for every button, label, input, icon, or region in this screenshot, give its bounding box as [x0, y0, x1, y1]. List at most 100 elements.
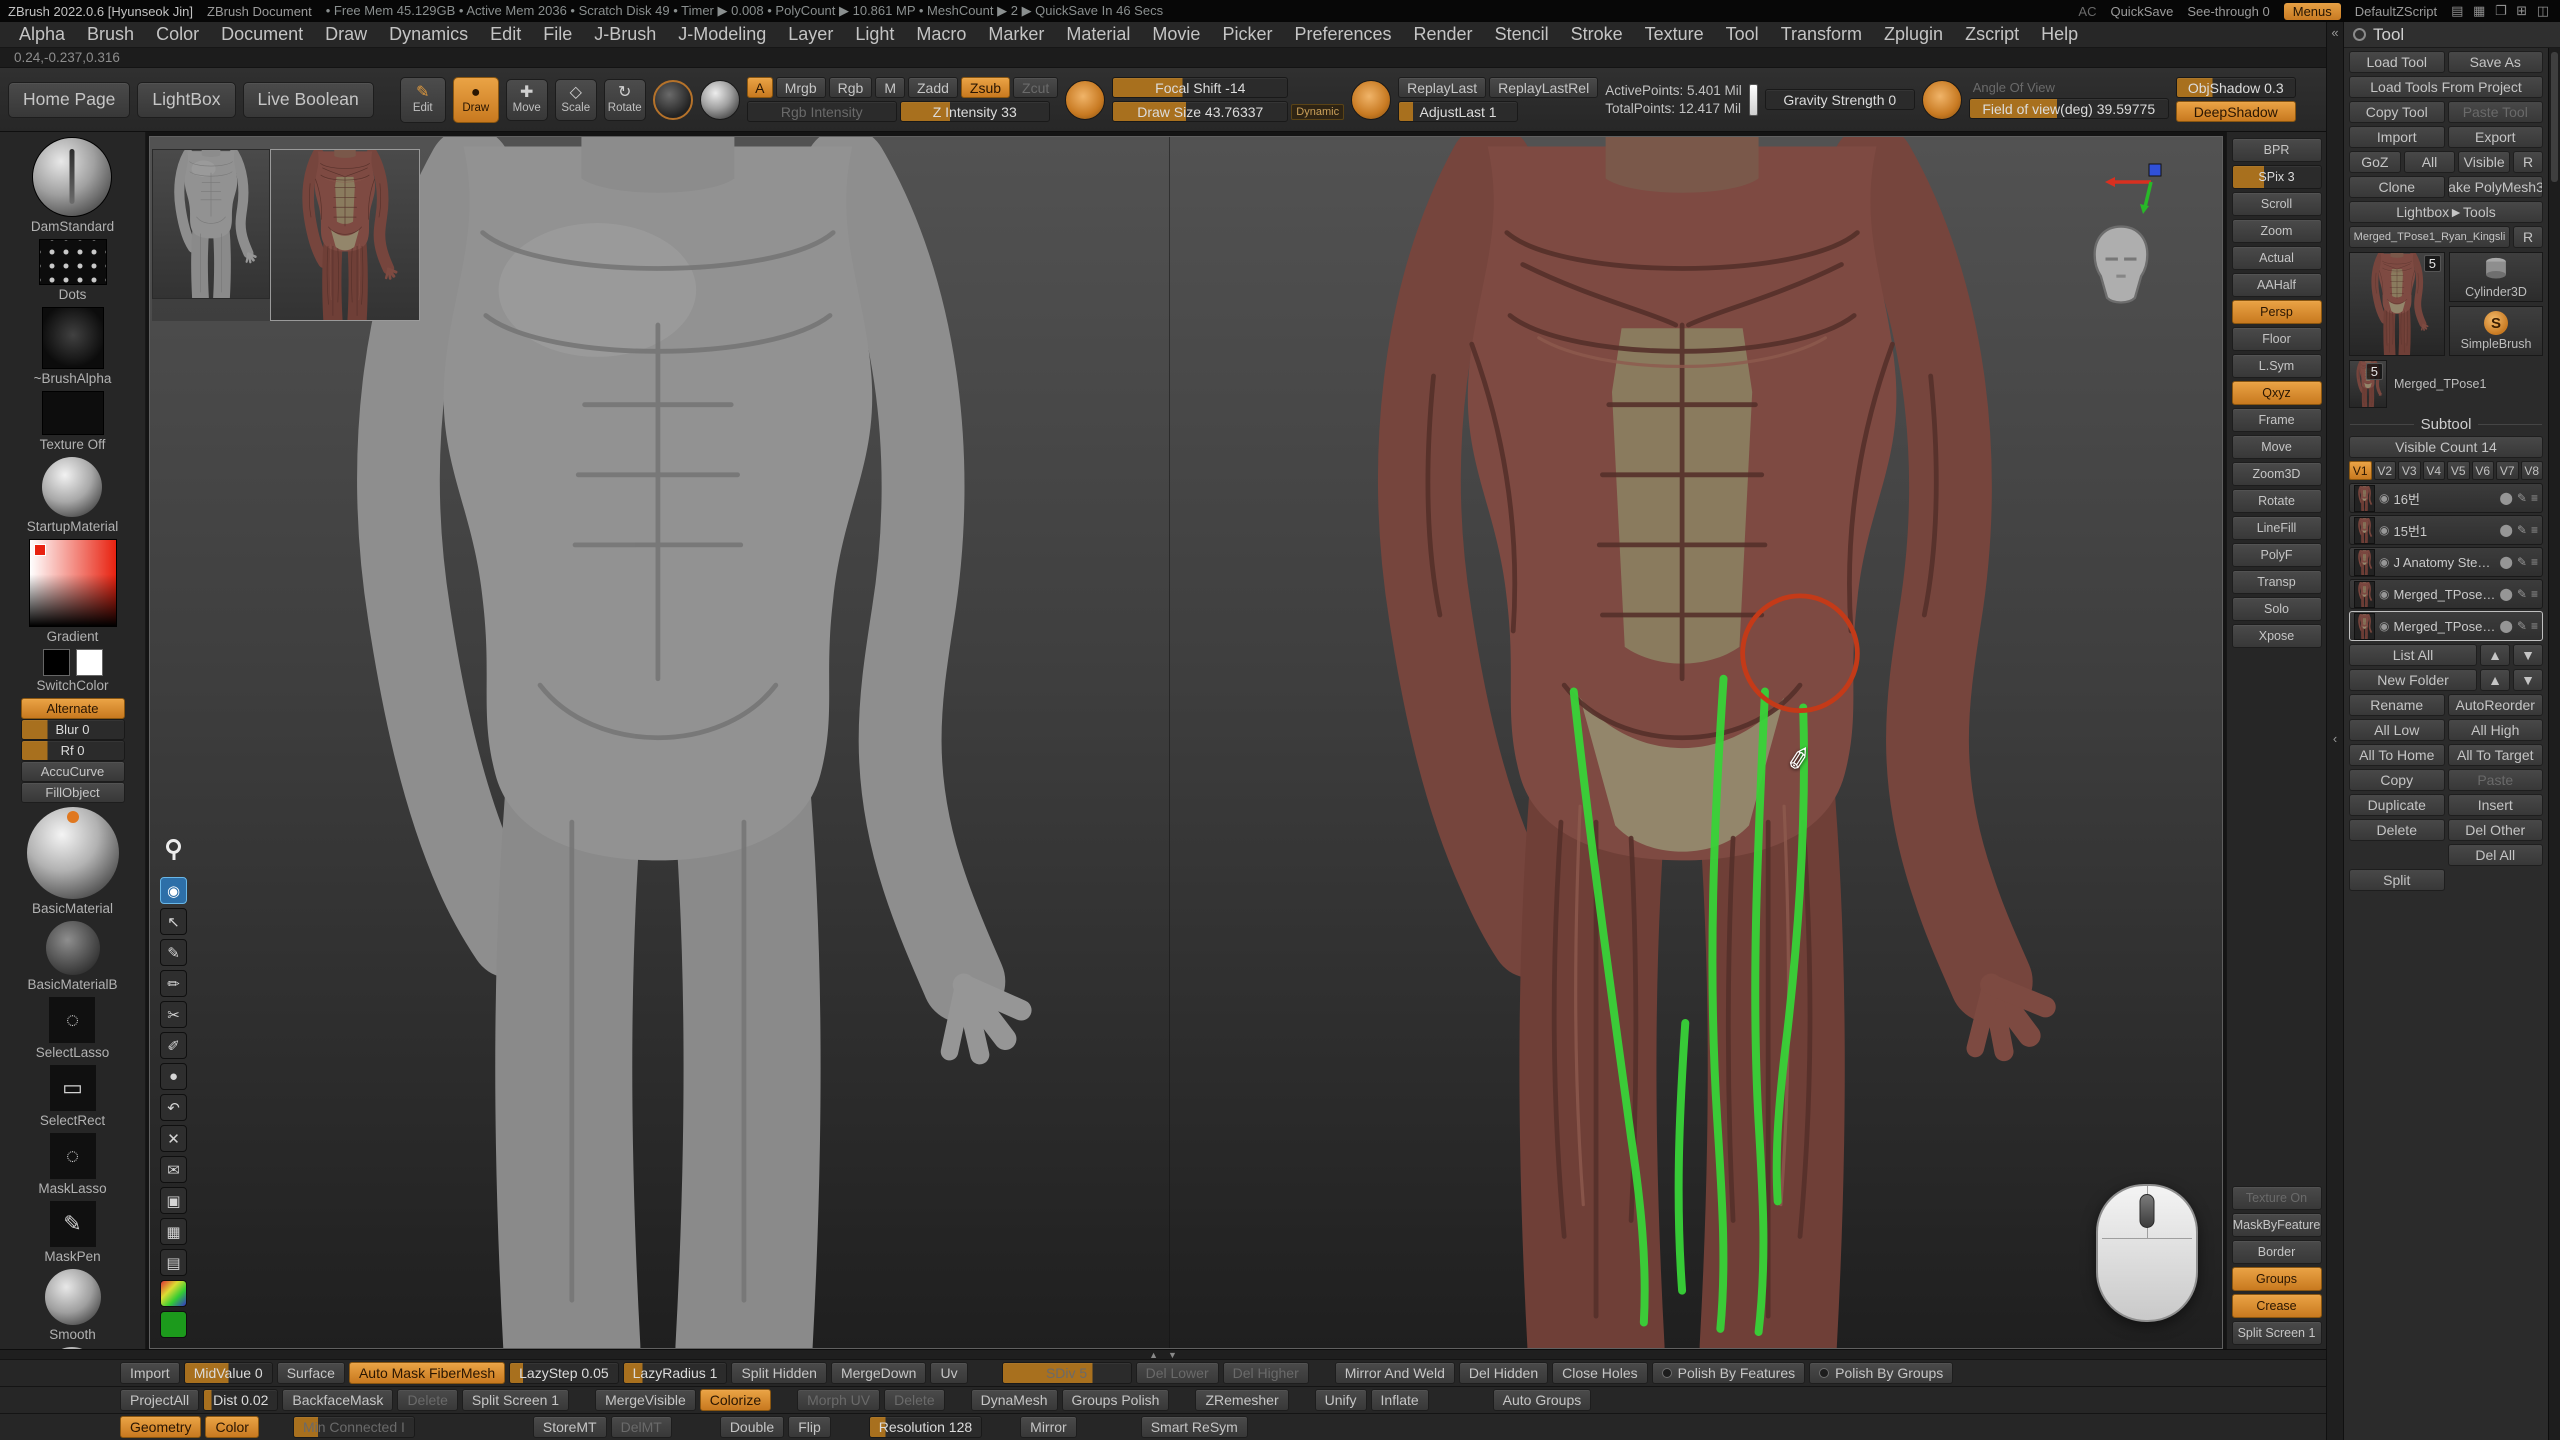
- dot-icon[interactable]: ●: [160, 1063, 187, 1090]
- focal-shift-slider[interactable]: Focal Shift -14: [1112, 77, 1288, 98]
- list-icon[interactable]: ≡: [2531, 491, 2538, 505]
- tray-up-icon[interactable]: ▲: [1149, 1350, 1158, 1360]
- del-hidden-button[interactable]: Del Hidden: [1459, 1362, 1548, 1384]
- menus-button[interactable]: Menus: [2284, 3, 2341, 20]
- projectall-button[interactable]: ProjectAll: [120, 1389, 199, 1411]
- needle-icon[interactable]: ✐: [160, 1032, 187, 1059]
- tray-button[interactable]: [775, 1389, 793, 1411]
- current-stroke[interactable]: Dots: [39, 239, 107, 302]
- scroll-button[interactable]: Scroll: [2232, 192, 2322, 216]
- view-tab-v8[interactable]: V8: [2521, 461, 2544, 480]
- mask-pen-icon[interactable]: ✎: [50, 1201, 96, 1247]
- select-rect[interactable]: ▭ SelectRect: [40, 1065, 105, 1128]
- color-tab[interactable]: Color: [205, 1416, 258, 1438]
- replay-last-button[interactable]: ReplayLast: [1398, 77, 1486, 98]
- zadd-button[interactable]: Zadd: [908, 77, 958, 98]
- goz-button[interactable]: GoZ: [2349, 151, 2401, 173]
- stroke-thumbnail[interactable]: [39, 239, 107, 285]
- subtool-row-16[interactable]: ◉ 16번 ⬤ ✎ ≡: [2349, 483, 2543, 513]
- qxyz-button[interactable]: Qxyz: [2232, 381, 2322, 405]
- delete-uv-button[interactable]: Delete: [884, 1389, 944, 1411]
- tray-button[interactable]: [949, 1389, 967, 1411]
- basic-material-b-sphere[interactable]: [46, 921, 100, 975]
- save-as-button[interactable]: Save As: [2448, 51, 2544, 73]
- menu-item[interactable]: Material: [1055, 24, 1141, 45]
- delete-icon[interactable]: ✕: [160, 1125, 187, 1152]
- dynamesh-button[interactable]: DynaMesh: [971, 1389, 1058, 1411]
- draw-size-icon[interactable]: [1065, 80, 1105, 120]
- main-color-swatch[interactable]: [43, 649, 70, 676]
- document-canvas[interactable]: ◉↖✎✏✂✐●↶✕✉▣▦▤ ✐: [149, 136, 2223, 1349]
- panel-scrollbar[interactable]: [2548, 48, 2560, 1440]
- swatch-icon[interactable]: [160, 1311, 187, 1338]
- goz-all-button[interactable]: All: [2404, 151, 2456, 173]
- sculpt-icon[interactable]: ✎: [2517, 619, 2527, 633]
- delmt-button[interactable]: DelMT: [611, 1416, 672, 1438]
- border-button[interactable]: Border: [2232, 1240, 2322, 1264]
- view-tab-v1[interactable]: V1: [2349, 461, 2372, 480]
- eye-icon[interactable]: ◉: [160, 877, 187, 904]
- close-holes-button[interactable]: Close Holes: [1552, 1362, 1647, 1384]
- current-brush[interactable]: DamStandard: [31, 137, 114, 234]
- lasso-icon[interactable]: ◌: [49, 997, 95, 1043]
- default-zscript-button[interactable]: DefaultZScript: [2355, 4, 2437, 19]
- eye-icon[interactable]: ◉: [2379, 587, 2389, 601]
- xpose-button[interactable]: Xpose: [2232, 624, 2322, 648]
- subtool-section[interactable]: Subtool: [2350, 416, 2542, 433]
- m-button[interactable]: M: [875, 77, 905, 98]
- deep-shadow-button[interactable]: DeepShadow: [2176, 101, 2296, 122]
- menu-item[interactable]: J-Modeling: [667, 24, 777, 45]
- panel-scrollbar-thumb[interactable]: [2551, 52, 2558, 182]
- list-all-button[interactable]: List All: [2349, 644, 2477, 666]
- menu-item[interactable]: Transform: [1770, 24, 1873, 45]
- menu-item[interactable]: Preferences: [1283, 24, 1402, 45]
- transp-button[interactable]: Transp: [2232, 570, 2322, 594]
- tray-button[interactable]: [972, 1362, 998, 1384]
- mask-lasso-icon[interactable]: ◌: [50, 1133, 96, 1179]
- move3d-button[interactable]: Move: [2232, 435, 2322, 459]
- adjust-last-slider[interactable]: AdjustLast 1: [1398, 101, 1518, 122]
- copy-tool-button[interactable]: Copy Tool: [2349, 101, 2445, 123]
- rename-button[interactable]: Rename: [2349, 694, 2445, 716]
- import-button[interactable]: Import: [120, 1362, 180, 1384]
- sdiv-slider[interactable]: SDiv 5: [1002, 1362, 1132, 1384]
- bpr-button[interactable]: BPR: [2232, 138, 2322, 162]
- menu-item[interactable]: Picker: [1211, 24, 1283, 45]
- move-up-icon[interactable]: ▲: [2480, 644, 2510, 666]
- spix-slider[interactable]: SPix 3: [2232, 165, 2322, 189]
- images-icon[interactable]: ▦: [160, 1218, 187, 1245]
- undo-icon[interactable]: ↶: [160, 1094, 187, 1121]
- list-icon[interactable]: ≡: [2531, 587, 2538, 601]
- zcut-button[interactable]: Zcut: [1013, 77, 1058, 98]
- rgb-button[interactable]: Rgb: [829, 77, 873, 98]
- menu-item[interactable]: Light: [844, 24, 905, 45]
- zremesher-button[interactable]: ZRemesher: [1195, 1389, 1288, 1411]
- palette-icon[interactable]: [160, 1280, 187, 1307]
- tray-divider[interactable]: « ‹: [2326, 22, 2344, 1440]
- thumbnail-gray-figure[interactable]: [152, 149, 270, 299]
- ecorche-muscle-figure[interactable]: [1190, 137, 2174, 1348]
- collapse-icon[interactable]: «: [2331, 25, 2338, 40]
- menu-item[interactable]: Macro: [905, 24, 977, 45]
- menu-item[interactable]: Zplugin: [1873, 24, 1954, 45]
- current-texture[interactable]: Texture Off: [40, 391, 106, 452]
- auto-mask-fibermesh-button[interactable]: Auto Mask FiberMesh: [349, 1362, 505, 1384]
- morph-uv-button[interactable]: Morph UV: [797, 1389, 880, 1411]
- sculpt-icon[interactable]: ✎: [2517, 587, 2527, 601]
- paste-subtool-button[interactable]: Paste: [2448, 769, 2544, 791]
- alternate-button[interactable]: Alternate: [21, 698, 125, 719]
- groups-polish-button[interactable]: Groups Polish: [1062, 1389, 1170, 1411]
- auto-groups-button[interactable]: Auto Groups: [1493, 1389, 1592, 1411]
- rgb-intensity-slider[interactable]: Rgb Intensity: [747, 101, 897, 122]
- canvas-thumbnails[interactable]: [152, 149, 420, 321]
- eye-icon[interactable]: ◉: [2379, 555, 2389, 569]
- menu-item[interactable]: Color: [145, 24, 210, 45]
- split-screen-slider[interactable]: Split Screen 1: [2232, 1321, 2322, 1345]
- del-all-button[interactable]: Del All: [2448, 844, 2544, 866]
- menu-item[interactable]: Tool: [1715, 24, 1770, 45]
- texture-thumbnail[interactable]: [42, 391, 104, 435]
- groups-button[interactable]: Groups: [2232, 1267, 2322, 1291]
- current-alpha[interactable]: ~BrushAlpha: [34, 307, 112, 386]
- view-tab-v3[interactable]: V3: [2398, 461, 2421, 480]
- solo-button[interactable]: Solo: [2232, 597, 2322, 621]
